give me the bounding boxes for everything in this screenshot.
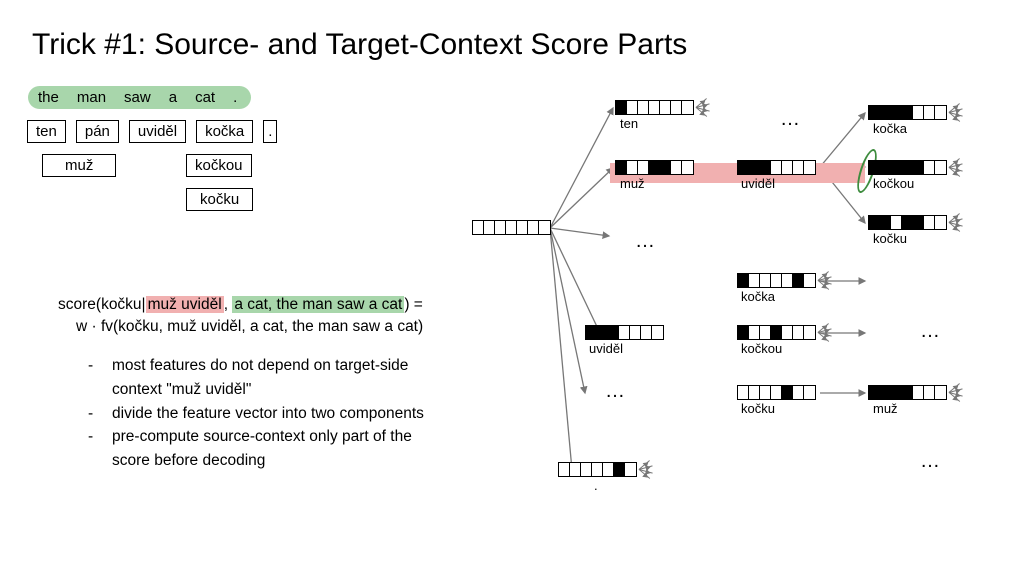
fv-node bbox=[868, 385, 947, 400]
fv-node bbox=[737, 273, 816, 288]
fv-node bbox=[737, 325, 816, 340]
bullet-text: score before decoding bbox=[112, 450, 488, 472]
bullet-text: pre-compute source-context only part of … bbox=[112, 426, 488, 448]
fv-label: ten bbox=[620, 116, 638, 131]
fv-label: . bbox=[594, 478, 598, 493]
fv-label: muž bbox=[873, 401, 898, 416]
fv-node bbox=[737, 385, 816, 400]
fv-label: uviděl bbox=[589, 341, 623, 356]
src-tok: . bbox=[233, 89, 237, 106]
src-tok: a bbox=[169, 89, 177, 106]
fv-label: kočka bbox=[741, 289, 775, 304]
hypothesis-tree: ten muž … uviděl kočka kočkou kočku uvid… bbox=[470, 90, 1024, 530]
ellipsis: … bbox=[920, 450, 942, 473]
word-box: pán bbox=[76, 120, 119, 143]
fv-node bbox=[737, 160, 816, 175]
fv-label: kočkou bbox=[873, 176, 914, 191]
fv-node bbox=[868, 215, 947, 230]
fv-label: kočkou bbox=[741, 341, 782, 356]
bullet-text: divide the feature vector into two compo… bbox=[112, 403, 488, 425]
score-tgt-ctx: muž uviděl bbox=[146, 296, 224, 313]
source-sentence-bar: the man saw a cat . bbox=[28, 86, 251, 109]
fv-node bbox=[868, 105, 947, 120]
score-formula: score(kočku|muž uviděl, a cat, the man s… bbox=[58, 294, 488, 474]
fv-label: kočku bbox=[873, 231, 907, 246]
score-suffix: ) = bbox=[404, 296, 423, 313]
word-box: muž bbox=[42, 154, 116, 177]
fv-label: kočka bbox=[873, 121, 907, 136]
fv-node bbox=[615, 100, 694, 115]
page-title: Trick #1: Source- and Target-Context Sco… bbox=[32, 28, 687, 62]
fv-root bbox=[472, 220, 551, 235]
word-box: . bbox=[263, 120, 277, 143]
score-line-2: w · fv(kočku, muž uviděl, a cat, the man… bbox=[76, 316, 488, 338]
src-tok: cat bbox=[195, 89, 215, 106]
word-box: kočka bbox=[196, 120, 253, 143]
ellipsis: … bbox=[605, 380, 627, 403]
target-row-2b: kočkou bbox=[186, 154, 252, 177]
fv-label: kočku bbox=[741, 401, 775, 416]
bullet-text: context "muž uviděl" bbox=[112, 379, 488, 401]
target-row-2a: muž bbox=[42, 154, 116, 177]
src-tok: the bbox=[38, 89, 59, 106]
fv-label: uviděl bbox=[741, 176, 775, 191]
bullet-list: -most features do not depend on target-s… bbox=[88, 355, 488, 471]
score-src-ctx: a cat, the man saw a cat bbox=[232, 296, 404, 313]
target-row-1: ten pán uviděl kočka . bbox=[27, 120, 277, 143]
fv-node bbox=[868, 160, 947, 175]
target-row-3: kočku bbox=[186, 188, 253, 211]
score-prefix: score(kočku| bbox=[58, 296, 146, 313]
ellipsis: … bbox=[780, 108, 802, 131]
fv-node bbox=[558, 462, 637, 477]
src-tok: saw bbox=[124, 89, 151, 106]
fv-node bbox=[585, 325, 664, 340]
bullet-text: most features do not depend on target-si… bbox=[112, 355, 488, 377]
fv-node bbox=[615, 160, 694, 175]
ellipsis: … bbox=[635, 230, 657, 253]
src-tok: man bbox=[77, 89, 106, 106]
ellipsis: … bbox=[920, 320, 942, 343]
word-box: uviděl bbox=[129, 120, 186, 143]
word-box: kočkou bbox=[186, 154, 252, 177]
word-box: ten bbox=[27, 120, 66, 143]
word-box: kočku bbox=[186, 188, 253, 211]
fv-label: muž bbox=[620, 176, 645, 191]
